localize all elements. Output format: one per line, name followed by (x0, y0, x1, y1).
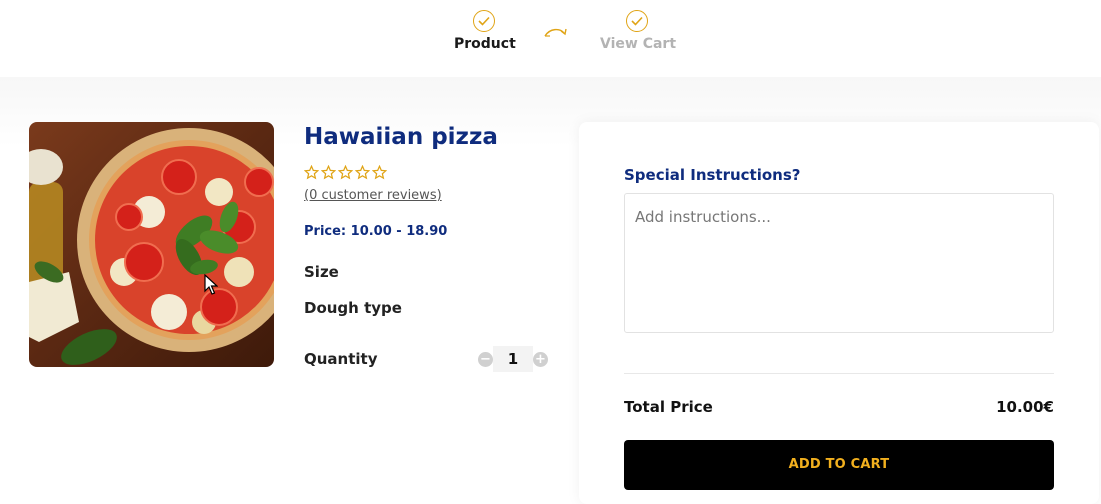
star-icon (372, 165, 387, 180)
add-to-cart-button[interactable]: ADD TO CART (624, 440, 1054, 490)
special-instructions-label: Special Instructions? (624, 166, 801, 184)
curved-arrow-icon (544, 28, 567, 37)
step-view-cart[interactable]: View Cart (600, 10, 677, 52)
star-icon (338, 165, 353, 180)
product-title: Hawaiian pizza (304, 124, 498, 150)
quantity-stepper: − 1 + (478, 346, 548, 372)
star-icon (304, 165, 319, 180)
quantity-label: Quantity (304, 350, 378, 368)
divider (624, 373, 1054, 374)
special-instructions-input[interactable] (624, 193, 1054, 333)
check-circle-icon (473, 10, 495, 32)
quantity-value[interactable]: 1 (493, 346, 533, 372)
quantity-decrease-button[interactable]: − (478, 352, 493, 367)
step-view-cart-label: View Cart (600, 36, 677, 52)
checkout-stepper: Product View Cart (0, 0, 1101, 77)
total-price-label: Total Price (624, 398, 713, 416)
star-icon (355, 165, 370, 180)
customer-reviews-link[interactable]: (0 customer reviews) (304, 188, 442, 203)
star-icon (321, 165, 336, 180)
size-label: Size (304, 263, 339, 281)
total-price-value: 10.00€ (996, 398, 1054, 416)
pizza-photo (29, 122, 274, 367)
price-range: Price: 10.00 - 18.90 (304, 224, 448, 239)
mouse-cursor-icon (204, 274, 218, 295)
dough-type-label: Dough type (304, 299, 402, 317)
product-image (29, 122, 274, 367)
quantity-increase-button[interactable]: + (533, 352, 548, 367)
check-circle-icon (626, 10, 648, 32)
step-product-label: Product (454, 36, 516, 52)
rating-stars[interactable] (304, 165, 387, 180)
step-product[interactable]: Product (454, 10, 516, 52)
